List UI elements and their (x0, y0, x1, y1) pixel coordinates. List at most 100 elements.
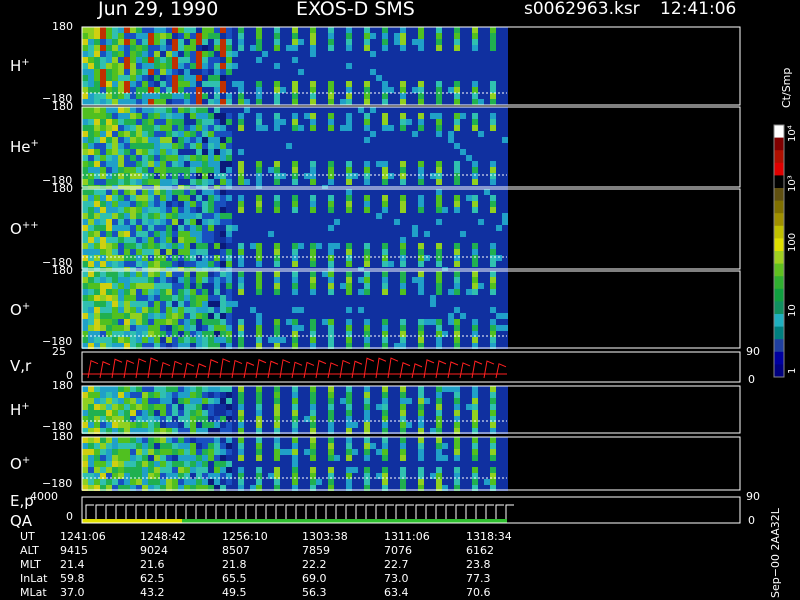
spectro-cell (436, 125, 442, 131)
spectro-cell (262, 307, 268, 313)
spectro-cell (466, 131, 472, 137)
spectro-cell (334, 289, 340, 295)
spectro-cell (268, 33, 274, 39)
spectro-cell (490, 161, 496, 167)
spectro-cell (346, 69, 352, 75)
spectro-cell (202, 392, 208, 398)
spectro-cell (124, 271, 130, 277)
spectro-cell (496, 307, 502, 313)
spectro-cell (112, 410, 118, 416)
spectro-cell (184, 161, 190, 167)
spectro-cell (196, 125, 202, 131)
spectro-cell (124, 213, 130, 219)
spectro-cell (256, 319, 262, 325)
spectro-cell (382, 301, 388, 307)
spectro-cell (424, 161, 430, 167)
spectro-cell (82, 189, 88, 195)
spectro-cell (394, 119, 400, 125)
spectro-cell (346, 225, 352, 231)
spectro-cell (412, 289, 418, 295)
spectro-cell (418, 201, 424, 207)
spectro-cell (100, 113, 106, 119)
spectro-cell (304, 213, 310, 219)
spectro-cell (244, 237, 250, 243)
spectro-cell (436, 398, 442, 404)
spectro-cell (442, 45, 448, 51)
spectro-cell (286, 443, 292, 449)
spectro-cell (106, 479, 112, 485)
spectro-cell (292, 313, 298, 319)
spectro-cell (412, 189, 418, 195)
spectro-cell (250, 93, 256, 99)
spectro-cell (352, 325, 358, 331)
spectro-cell (100, 467, 106, 473)
spectro-cell (418, 167, 424, 173)
spectro-cell (94, 437, 100, 443)
spectro-cell (106, 283, 112, 289)
spectro-cell (472, 125, 478, 131)
spectro-cell (256, 107, 262, 113)
spectro-cell (100, 231, 106, 237)
spectro-cell (424, 437, 430, 443)
spectro-cell (490, 231, 496, 237)
spectro-cell (394, 398, 400, 404)
spectro-cell (136, 57, 142, 63)
spectro-cell (166, 119, 172, 125)
spectro-cell (82, 479, 88, 485)
spectro-cell (148, 51, 154, 57)
spectro-cell (268, 437, 274, 443)
spectro-cell (106, 93, 112, 99)
spectro-cell (328, 143, 334, 149)
spectro-cell (178, 289, 184, 295)
spectro-cell (304, 39, 310, 45)
spectro-cell (220, 283, 226, 289)
spectro-cell (382, 75, 388, 81)
spectro-cell (406, 39, 412, 45)
spectro-cell (394, 467, 400, 473)
spectro-cell (208, 155, 214, 161)
spectro-cell (496, 325, 502, 331)
spectro-cell (106, 295, 112, 301)
spectro-cell (292, 45, 298, 51)
spectro-cell (484, 271, 490, 277)
spectro-cell (274, 301, 280, 307)
spectro-cell (280, 255, 286, 261)
spectro-cell (232, 283, 238, 289)
spectro-cell (292, 249, 298, 255)
spectro-cell (184, 437, 190, 443)
spectro-cell (442, 307, 448, 313)
spectro-cell (250, 33, 256, 39)
spectro-cell (340, 63, 346, 69)
spectro-cell (136, 189, 142, 195)
spectro-cell (454, 125, 460, 131)
spectro-cell (490, 243, 496, 249)
spectro-cell (226, 231, 232, 237)
spectro-cell (316, 443, 322, 449)
spectro-cell (442, 149, 448, 155)
spectro-cell (196, 295, 202, 301)
spectro-cell (460, 207, 466, 213)
spectro-cell (178, 301, 184, 307)
spectro-cell (196, 319, 202, 325)
spectro-cell (244, 386, 250, 392)
spectro-cell (322, 33, 328, 39)
spectro-cell (208, 422, 214, 428)
spectro-cell (226, 69, 232, 75)
spectro-cell (88, 207, 94, 213)
spectro-cell (220, 213, 226, 219)
spectro-cell (244, 261, 250, 267)
spectro-cell (202, 107, 208, 113)
spectro-cell (142, 27, 148, 33)
spectro-cell (82, 39, 88, 45)
spectro-cell (346, 449, 352, 455)
spectro-cell (460, 422, 466, 428)
spectro-cell (268, 283, 274, 289)
spectro-cell (184, 167, 190, 173)
spectro-cell (466, 410, 472, 416)
spectro-cell (244, 81, 250, 87)
spectro-cell (376, 225, 382, 231)
spectro-cell (220, 386, 226, 392)
spectro-cell (160, 231, 166, 237)
spectro-cell (166, 249, 172, 255)
spectro-cell (292, 386, 298, 392)
